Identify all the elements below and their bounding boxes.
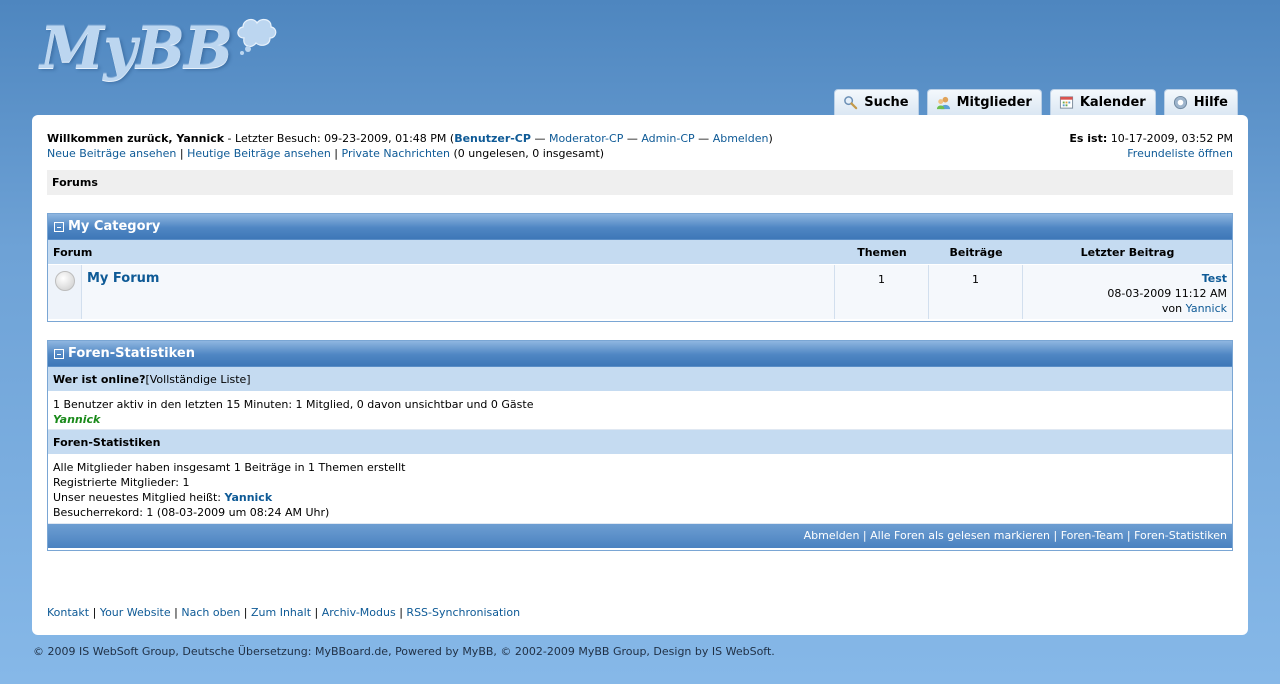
breadcrumb-forums[interactable]: Forums — [52, 176, 98, 189]
forum-link[interactable]: My Forum — [87, 271, 159, 286]
forum-stats-link[interactable]: Foren-Statistiken — [1134, 529, 1227, 542]
full-list-link[interactable]: [Vollständige Liste] — [145, 373, 250, 386]
col-posts: Beiträge — [949, 245, 1003, 259]
tab-help[interactable]: Hilfe — [1163, 89, 1238, 115]
stats-line: Besucherrekord: 1 (08-03-2009 um 08:24 A… — [53, 506, 330, 519]
tab-calendar[interactable]: Kalender — [1049, 89, 1156, 115]
welcome-line: Willkommen zurück, Yannick - Letzter Bes… — [47, 131, 773, 146]
forum-name-cell: My Forum — [82, 265, 835, 319]
lastpost-title-link[interactable]: Test — [1202, 272, 1227, 285]
new-posts-link[interactable]: Neue Beiträge ansehen — [47, 147, 176, 160]
tab-members-label: Mitglieder — [956, 95, 1032, 110]
tab-members[interactable]: Mitglieder — [926, 89, 1042, 115]
stats-footer: Abmelden | Alle Foren als gelesen markie… — [48, 524, 1232, 548]
current-time-label: Es ist: — [1069, 132, 1108, 145]
collapse-icon[interactable] — [54, 348, 64, 359]
forum-status-cell — [48, 265, 82, 319]
logo-text: MyBB — [40, 14, 233, 82]
stats-header: Foren-Statistiken — [48, 341, 1232, 367]
tab-search[interactable]: Suche — [834, 89, 919, 115]
column-headers: Forum Themen Beiträge Letzter Beitrag — [48, 240, 1232, 265]
category-table: My Category Forum Themen Beiträge Letzte… — [47, 213, 1233, 322]
last-visit-text: - Letzter Besuch: 09-23-2009, 01:48 PM ( — [224, 132, 455, 145]
forum-team-link[interactable]: Foren-Team — [1061, 529, 1124, 542]
main-container: Willkommen zurück, Yannick - Letzter Bes… — [32, 115, 1248, 635]
forum-posts-count: 1 — [929, 265, 1023, 319]
welcome-panel: Willkommen zurück, Yannick - Letzter Bes… — [47, 131, 773, 161]
lastpost-by: von — [1161, 302, 1186, 315]
content-link[interactable]: Zum Inhalt — [251, 606, 311, 619]
whos-online-body: 1 Benutzer aktiv in den letzten 15 Minut… — [48, 392, 1232, 430]
bottom-links: Kontakt | Your Website | Nach oben | Zum… — [47, 606, 521, 619]
search-icon — [844, 96, 858, 110]
pipe-separator: | — [330, 147, 342, 160]
newest-member-link[interactable]: Yannick — [225, 491, 273, 504]
admin-cp-link[interactable]: Admin-CP — [641, 132, 694, 145]
board-stats-table: Foren-Statistiken Wer ist online? [Volls… — [47, 340, 1233, 551]
moderator-cp-link[interactable]: Moderator-CP — [549, 132, 623, 145]
stats-title: Foren-Statistiken — [68, 346, 195, 361]
mark-read-link[interactable]: Alle Foren als gelesen markieren — [870, 529, 1050, 542]
col-threads: Themen — [857, 245, 907, 259]
logout-link[interactable]: Abmelden — [713, 132, 769, 145]
col-lastpost: Letzter Beitrag — [1080, 245, 1175, 259]
website-link[interactable]: Your Website — [100, 606, 171, 619]
whos-online-label: Wer ist online? — [53, 372, 146, 386]
today-posts-link[interactable]: Heutige Beiträge ansehen — [187, 147, 331, 160]
contact-link[interactable]: Kontakt — [47, 606, 89, 619]
welcome-greeting: Willkommen zurück, Yannick — [47, 132, 225, 145]
forum-lastpost-cell: Test 08-03-2009 11:12 AM von Yannick — [1023, 265, 1232, 319]
tab-calendar-label: Kalender — [1079, 95, 1146, 110]
current-time: Es ist: 10-17-2009, 03:52 PM — [1069, 131, 1233, 146]
copyright: © 2009 IS WebSoft Group, Deutsche Überse… — [33, 645, 775, 658]
tab-help-label: Hilfe — [1193, 95, 1228, 110]
forum-row: My Forum 1 1 Test 08-03-2009 11:12 AM vo… — [48, 265, 1232, 319]
board-stats-body: Alle Mitglieder haben insgesamt 1 Beiträ… — [48, 455, 1232, 524]
online-summary: 1 Benutzer aktiv in den letzten 15 Minut… — [53, 398, 534, 411]
online-user-link[interactable]: Yannick — [53, 413, 100, 426]
help-icon — [1173, 95, 1187, 110]
private-messages-link[interactable]: Private Nachrichten — [342, 147, 451, 160]
rss-link[interactable]: RSS-Synchronisation — [406, 606, 520, 619]
tab-search-label: Suche — [864, 95, 909, 110]
buddylist-link[interactable]: Freundeliste öffnen — [1127, 147, 1233, 160]
board-stats-label: Foren-Statistiken — [53, 435, 161, 449]
board-stats-header: Foren-Statistiken — [48, 430, 1232, 455]
separator: — — [530, 132, 549, 145]
user-cp-link[interactable]: Benutzer-CP — [454, 132, 531, 145]
top-tabs: Suche Mitglieder Kalender Hilfe — [834, 89, 1238, 115]
footer-logout-link[interactable]: Abmelden — [804, 529, 860, 542]
close-paren: ) — [768, 132, 773, 145]
category-title[interactable]: My Category — [68, 219, 160, 234]
stats-line: Registrierte Mitglieder: 1 — [53, 476, 190, 489]
mybb-logo[interactable]: MyBB — [40, 14, 280, 86]
current-time-value: 10-17-2009, 03:52 PM — [1107, 132, 1233, 145]
speech-bubble-icon — [237, 18, 277, 55]
separator: — — [623, 132, 642, 145]
lastpost-date: 08-03-2009 11:12 AM — [1107, 287, 1227, 300]
lastpost-user-link[interactable]: Yannick — [1186, 302, 1227, 315]
stats-line: Unser neuestes Mitglied heißt: — [53, 491, 225, 504]
pipe-separator: | — [176, 147, 188, 160]
quick-links: Neue Beiträge ansehen | Heutige Beiträge… — [47, 146, 773, 161]
archive-link[interactable]: Archiv-Modus — [322, 606, 396, 619]
stats-line: Alle Mitglieder haben insgesamt 1 Beiträ… — [53, 461, 406, 474]
pm-counts: (0 ungelesen, 0 insgesamt) — [450, 147, 605, 160]
forum-threads-count: 1 — [835, 265, 929, 319]
col-forum: Forum — [53, 245, 93, 259]
members-icon — [936, 96, 950, 110]
separator: — — [694, 132, 713, 145]
calendar-icon — [1059, 96, 1073, 109]
current-time-panel: Es ist: 10-17-2009, 03:52 PM Freundelist… — [1069, 131, 1233, 161]
breadcrumb: Forums — [47, 170, 1233, 195]
whos-online-header: Wer ist online? [Vollständige Liste] — [48, 367, 1232, 392]
forum-status-icon — [54, 271, 75, 291]
collapse-icon[interactable] — [54, 221, 64, 232]
top-link[interactable]: Nach oben — [181, 606, 240, 619]
category-header: My Category — [48, 214, 1232, 240]
